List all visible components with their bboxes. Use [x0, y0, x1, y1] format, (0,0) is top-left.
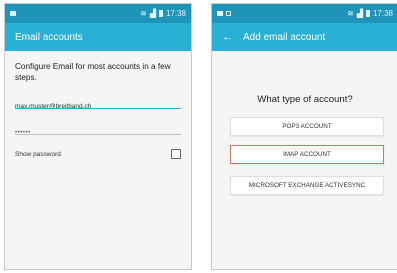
- status-time: 17:38: [165, 9, 186, 18]
- status-bar: ≋ ▟ 17:38: [5, 4, 191, 23]
- back-arrow-icon[interactable]: ←: [222, 31, 233, 43]
- signal-icon: ▟: [149, 9, 156, 18]
- wifi-icon: ≋: [140, 9, 147, 18]
- status-bar: ≋ ▟ 17:38: [212, 4, 397, 23]
- email-accounts-screen: ≋ ▟ 17:38 Email accounts Configure Email…: [4, 3, 192, 270]
- show-password-label: Show password: [15, 150, 61, 158]
- screen-title: Add email account: [243, 31, 326, 43]
- show-password-row[interactable]: Show password: [15, 149, 181, 159]
- notification-icon: [10, 11, 16, 16]
- notification-icon: [226, 11, 231, 16]
- pop3-account-button[interactable]: POP3 ACCOUNT: [230, 117, 384, 136]
- email-underline: [15, 108, 181, 109]
- account-type-question: What type of account?: [257, 94, 353, 105]
- intro-text: Configure Email for most accounts in a f…: [15, 62, 171, 82]
- action-bar: Email accounts: [5, 23, 191, 51]
- password-field[interactable]: ••••••: [15, 121, 181, 136]
- wifi-icon: ≋: [347, 9, 354, 18]
- notification-icon: [217, 11, 223, 16]
- status-time: 17:38: [372, 9, 393, 18]
- battery-icon: [158, 10, 163, 17]
- imap-account-button[interactable]: IMAP ACCOUNT: [230, 145, 384, 164]
- exchange-activesync-button[interactable]: MICROSOFT EXCHANGE ACTIVESYNC: [230, 176, 384, 195]
- action-bar: ← Add email account: [212, 23, 397, 51]
- setup-form: Configure Email for most accounts in a f…: [5, 51, 191, 159]
- show-password-checkbox[interactable]: [171, 149, 181, 159]
- screen-title: Email accounts: [15, 31, 83, 43]
- signal-icon: ▟: [356, 9, 363, 18]
- password-underline: [15, 134, 181, 135]
- add-email-account-screen: ≋ ▟ 17:38 ← Add email account What type …: [211, 3, 397, 270]
- password-value: ••••••: [15, 130, 31, 136]
- battery-icon: [365, 10, 370, 17]
- email-field[interactable]: max.muster@breitband.ch: [15, 95, 181, 110]
